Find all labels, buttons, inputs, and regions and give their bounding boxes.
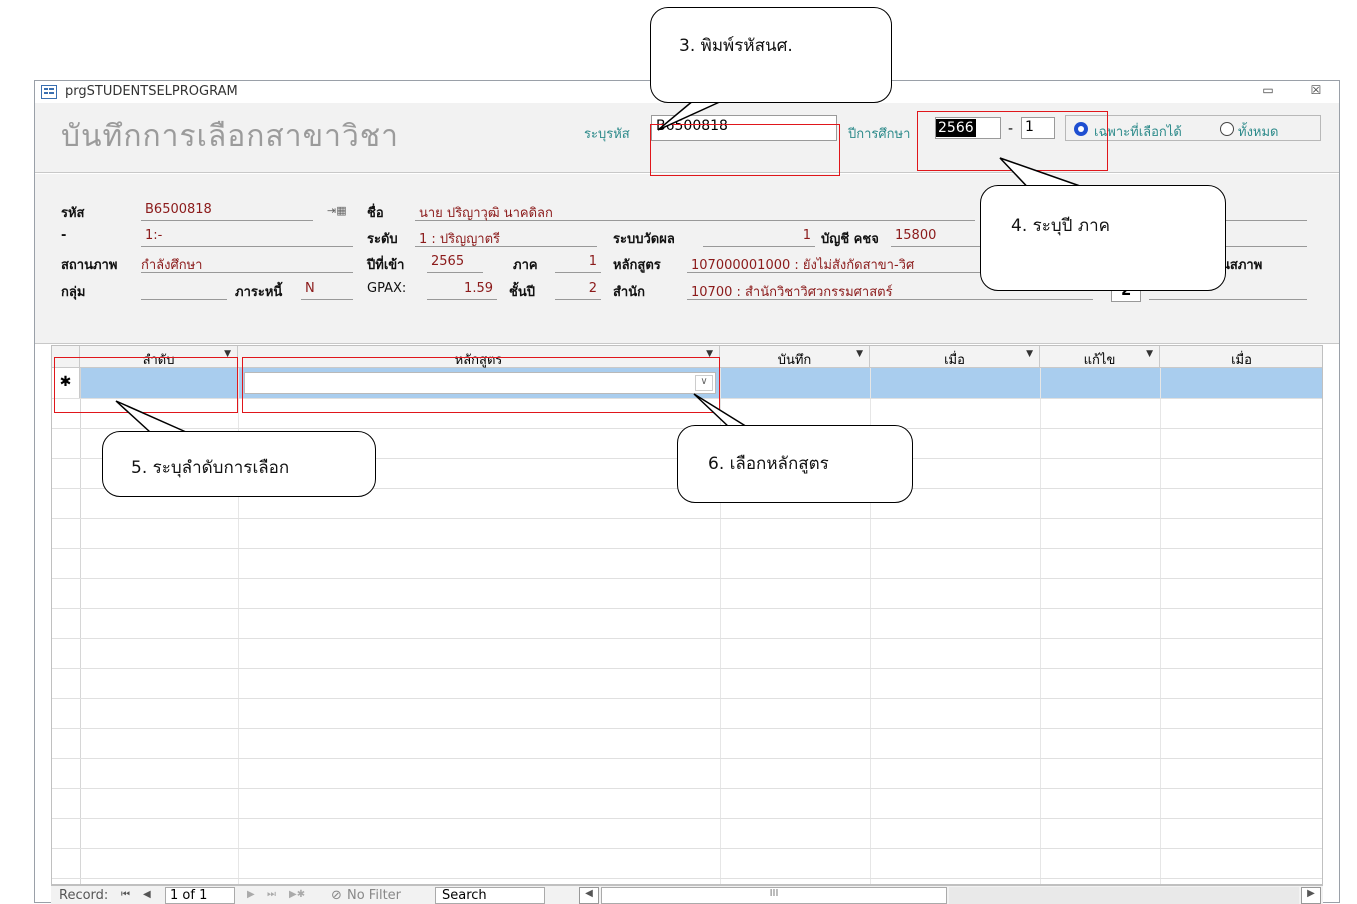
callout-step-5: 5. ระบุลำดับการเลือก	[102, 431, 376, 497]
callout-step-6: 6. เลือกหลักสูตร	[677, 425, 913, 503]
callout-step-3: 3. พิมพ์รหัสนศ.	[650, 7, 892, 103]
callout-step-4: 4. ระบุปี ภาค	[980, 185, 1226, 291]
